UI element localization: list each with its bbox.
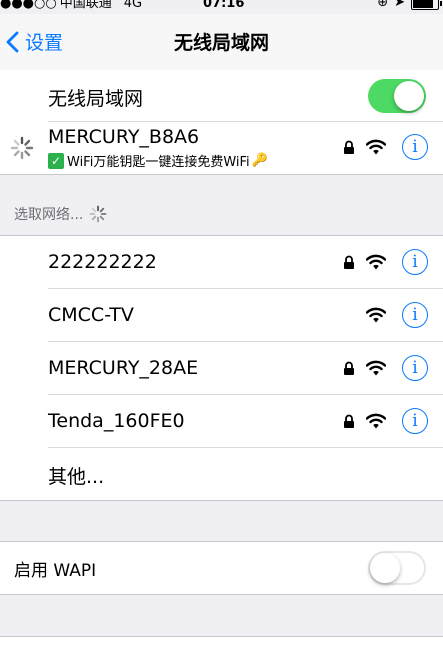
wapi-row: 启用 WAPI bbox=[0, 542, 443, 594]
network-ssid: MERCURY_28AE bbox=[48, 357, 199, 379]
wifi-toggle-label: 无线局域网 bbox=[48, 88, 144, 110]
wapi-label: 启用 WAPI bbox=[14, 561, 97, 581]
subtitle-text: WiFi万能钥匙一键连接免费WiFi bbox=[67, 155, 250, 170]
wifi-toggle-switch[interactable] bbox=[368, 79, 426, 113]
wifi-toggle-row: 无线局域网 bbox=[0, 70, 443, 122]
section-header: 选取网络... bbox=[14, 204, 107, 224]
carrier-name: 中国联通 bbox=[59, 0, 112, 11]
page-title: 无线局域网 bbox=[173, 32, 269, 54]
info-icon[interactable]: i bbox=[402, 134, 428, 160]
info-icon[interactable]: i bbox=[402, 408, 428, 434]
status-bar: ●●●○○ 中国联通 4G 07:16 ⊕ ➤ bbox=[0, 0, 443, 14]
wifi-icon bbox=[366, 307, 386, 323]
info-icon[interactable]: i bbox=[402, 355, 428, 381]
status-right: ⊕ ➤ bbox=[377, 0, 442, 10]
signal-dots-icon: ●●●○○ bbox=[0, 0, 57, 11]
other-network-row[interactable]: 其他... bbox=[0, 448, 443, 500]
network-row[interactable]: MERCURY_28AE i bbox=[0, 342, 443, 395]
spinner-icon bbox=[10, 136, 34, 160]
battery-icon bbox=[411, 0, 442, 10]
section-header-label: 选取网络... bbox=[14, 207, 84, 223]
network-ssid: Tenda_160FE0 bbox=[48, 410, 185, 432]
lock-icon bbox=[344, 255, 354, 269]
key-icon: 🔑 bbox=[251, 153, 268, 168]
lock-icon bbox=[344, 414, 354, 428]
wifi-icon bbox=[366, 360, 386, 376]
lock-icon bbox=[344, 140, 354, 154]
alarm-icon: ⊕ bbox=[377, 0, 389, 10]
wifi-icon bbox=[366, 254, 386, 270]
list-footer bbox=[0, 636, 443, 652]
info-icon[interactable]: i bbox=[402, 249, 428, 275]
network-row[interactable]: Tenda_160FE0 i bbox=[0, 395, 443, 448]
lock-icon bbox=[344, 361, 354, 375]
spinner-icon bbox=[89, 205, 107, 223]
wapi-group: 启用 WAPI bbox=[0, 541, 443, 595]
other-network-label: 其他... bbox=[48, 466, 105, 488]
network-row[interactable]: CMCC-TV i bbox=[0, 289, 443, 342]
network-ssid: CMCC-TV bbox=[48, 304, 134, 326]
network-list: 222222222 i CMCC-TV i MERCURY_28AE i Ten… bbox=[0, 235, 443, 501]
wifi-icon bbox=[366, 413, 386, 429]
network-row[interactable]: 222222222 i bbox=[0, 236, 443, 289]
info-icon[interactable]: i bbox=[402, 302, 428, 328]
status-time: 07:16 bbox=[203, 0, 245, 11]
connected-ssid: MERCURY_B8A6 bbox=[48, 126, 200, 148]
status-left: ●●●○○ 中国联通 4G bbox=[0, 0, 142, 11]
wifi-icon bbox=[366, 139, 386, 155]
wifi-group: 无线局域网 MERCURY_B8A6 ✓ WiFi万能钥匙一键连接免费WiFi … bbox=[0, 70, 443, 175]
network-type: 4G bbox=[123, 0, 143, 11]
location-icon: ➤ bbox=[394, 0, 405, 10]
wapi-toggle-switch[interactable] bbox=[368, 551, 426, 585]
connected-network-row[interactable]: MERCURY_B8A6 ✓ WiFi万能钥匙一键连接免费WiFi 🔑 i bbox=[0, 122, 443, 174]
connected-subtitle: ✓ WiFi万能钥匙一键连接免费WiFi 🔑 bbox=[48, 151, 270, 170]
network-ssid: 222222222 bbox=[48, 251, 157, 273]
checkmark-icon: ✓ bbox=[48, 152, 64, 169]
navigation-bar: 设置 无线局域网 bbox=[0, 14, 443, 71]
